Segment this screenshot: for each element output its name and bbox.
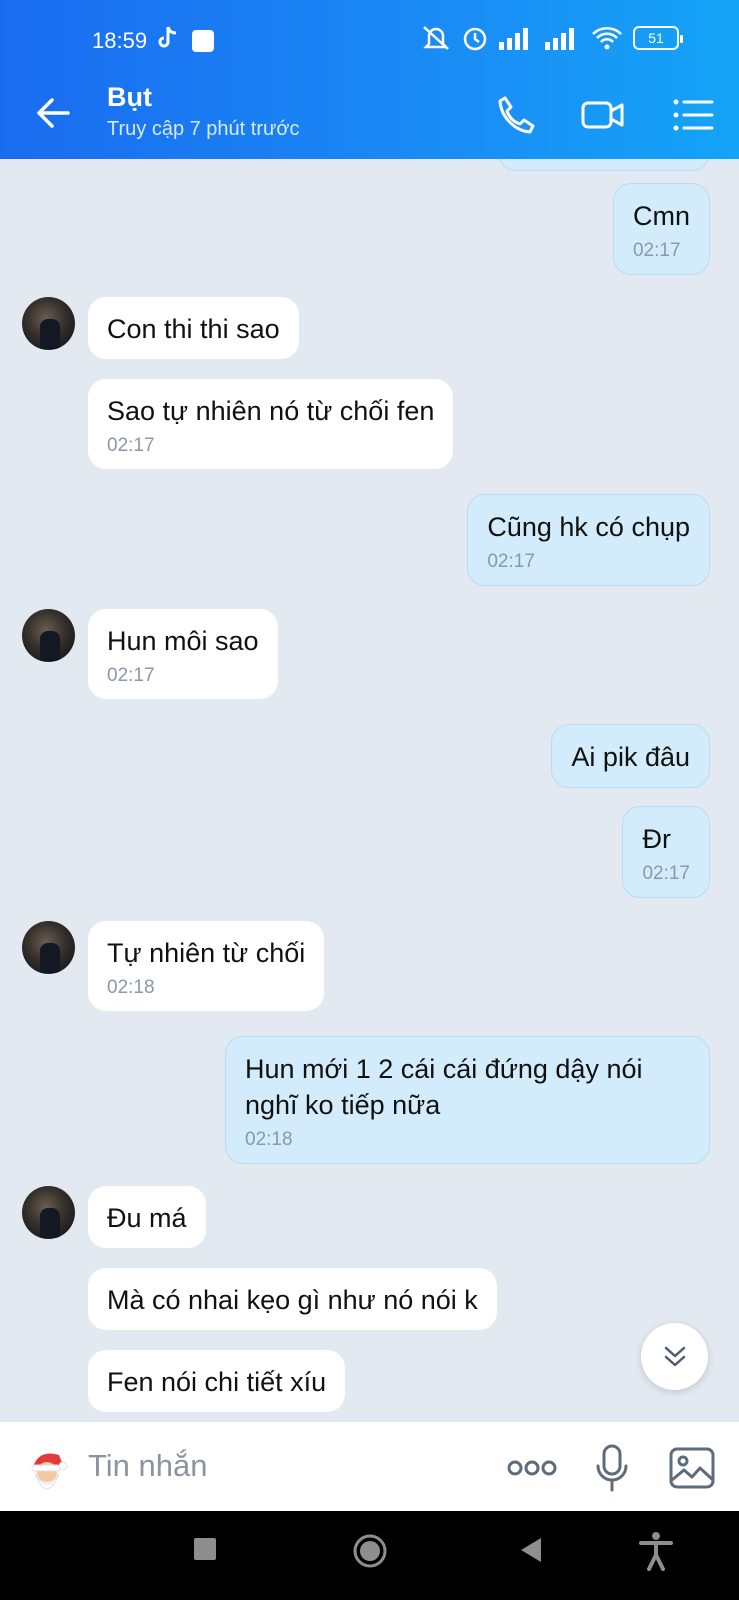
message-list[interactable]: Cmn 02:17 Con thi thi sao Sao tự nhiên n… [0,159,739,1421]
image-icon[interactable] [668,1444,716,1492]
message-text: Ai pik đâu [571,742,690,772]
battery-icon: 51 [633,26,683,50]
message-time: 02:17 [107,665,155,686]
home-icon[interactable] [352,1533,388,1569]
back-nav-icon[interactable] [519,1537,543,1563]
message-bubble[interactable]: Đr 02:17 [622,806,710,898]
avatar[interactable] [22,609,75,662]
message-input-bar: Tin nhắn [0,1421,739,1511]
scroll-to-bottom-button[interactable] [641,1323,708,1390]
message-input[interactable]: Tin nhắn [88,1448,208,1484]
microphone-icon[interactable] [594,1444,630,1492]
top-bar: 18:59 51 Bụt Truy cập 7 phút trước [0,0,739,159]
phone-icon[interactable] [493,92,539,138]
chevron-double-down-icon [664,1346,685,1366]
message-bubble[interactable]: Đu má [88,1186,206,1248]
message-text: Đr [642,824,671,854]
tiktok-icon [155,25,179,56]
status-time: 18:59 [92,28,148,53]
message-bubble[interactable]: Tự nhiên từ chối 02:18 [88,921,325,1011]
wifi-icon [592,27,622,50]
avatar[interactable] [22,1186,75,1239]
status-bar: 18:59 51 [0,0,739,70]
message-bubble[interactable]: Mà có nhai kẹo gì như nó nói k [88,1268,497,1330]
santa-sticker-icon[interactable] [25,1447,69,1491]
more-dots-icon[interactable] [506,1444,558,1492]
system-nav-bar [0,1511,739,1600]
message-bubble[interactable]: Cmn 02:17 [612,183,710,275]
back-arrow-icon[interactable] [32,92,74,134]
alarm-icon [463,27,487,51]
message-text: Con thi thi sao [107,314,280,344]
message-time: 02:17 [487,551,535,572]
message-text: Mà có nhai kẹo gì như nó nói k [107,1285,478,1315]
message-text: Sao tự nhiên nó từ chối fen [107,396,435,426]
list-menu-icon[interactable] [670,92,716,138]
message-text: Hun mới 1 2 cái cái đứng dậy nói nghĩ ko… [245,1054,643,1120]
contact-name[interactable]: Bụt [107,82,152,113]
message-bubble[interactable]: Fen nói chi tiết xíu [88,1350,346,1412]
message-time: 02:17 [632,240,681,261]
message-time: 02:17 [107,435,155,456]
message-bubble[interactable]: Con thi thi sao [88,297,299,359]
message-text: Hun môi sao [107,626,259,656]
message-bubble[interactable]: Sao tự nhiên nó từ chối fen 02:17 [88,379,454,469]
message-text: Cmn [632,201,690,231]
status-icons: 51 [421,24,683,52]
message-bubble[interactable]: Hun môi sao 02:17 [88,609,278,699]
message-text: Đu má [107,1203,187,1233]
message-bubble[interactable]: Hun mới 1 2 cái cái đứng dậy nói nghĩ ko… [225,1036,710,1164]
message-bubble[interactable]: Cũng hk có chụp 02:17 [467,494,710,586]
message-text: Cũng hk có chụp [487,512,690,542]
signal-icon [499,28,528,50]
avatar[interactable] [22,297,75,350]
message-bubble-partial[interactable] [498,159,710,171]
video-call-icon[interactable] [580,92,626,138]
recent-apps-icon[interactable] [193,1537,217,1561]
last-seen: Truy cập 7 phút trước [107,118,300,140]
message-text: Tự nhiên từ chối [107,938,306,968]
signal-icon-2 [545,28,574,50]
avatar[interactable] [22,921,75,974]
message-text: Fen nói chi tiết xíu [107,1367,327,1397]
message-time: 02:17 [642,863,690,884]
message-time: 02:18 [107,977,155,998]
message-time: 02:18 [245,1129,293,1150]
message-bubble[interactable]: Ai pik đâu [551,724,710,788]
notification-icon [192,30,214,52]
mute-icon [422,26,450,50]
accessibility-icon[interactable] [638,1531,674,1571]
chat-header: Bụt Truy cập 7 phút trước [0,70,739,159]
